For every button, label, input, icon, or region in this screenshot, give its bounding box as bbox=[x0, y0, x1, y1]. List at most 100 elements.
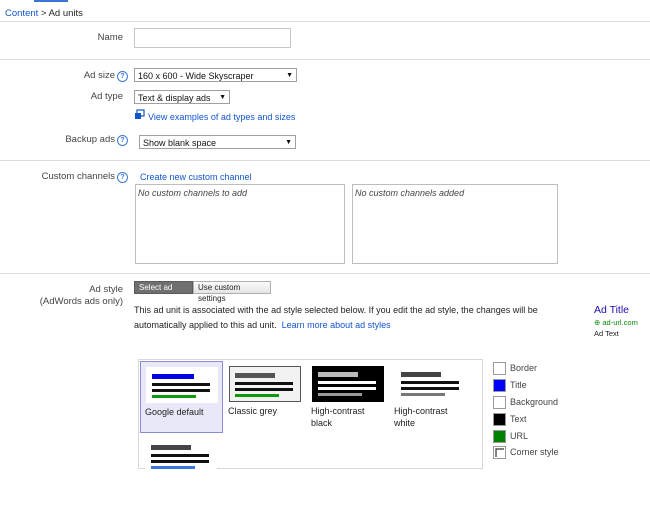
style-thumbnail bbox=[229, 366, 301, 402]
corner-style-icon[interactable] bbox=[493, 446, 506, 459]
ad-style-sublabel: (AdWords ads only) bbox=[39, 296, 123, 307]
ad-size-label-text: Ad size bbox=[83, 70, 115, 81]
dropdown-arrow-icon: ▼ bbox=[285, 139, 292, 146]
style-name-line: High-contrast bbox=[311, 406, 365, 416]
color-label: Border bbox=[510, 363, 538, 373]
thumb-url-bar bbox=[401, 393, 445, 396]
top-accent-segment bbox=[34, 0, 68, 2]
thumb-url-bar bbox=[235, 394, 279, 397]
backup-ads-label-text: Backup ads bbox=[65, 134, 115, 145]
border-color-swatch[interactable] bbox=[493, 362, 506, 375]
style-name-line: white bbox=[394, 418, 416, 428]
ad-type-label: Ad type bbox=[90, 91, 123, 102]
view-examples-link[interactable]: View examples of ad types and sizes bbox=[148, 112, 295, 122]
tab-use-custom-settings[interactable]: Use custom settings bbox=[193, 281, 271, 303]
thumb-url-bar bbox=[152, 395, 196, 398]
ad-style-label: Ad style bbox=[89, 284, 123, 295]
ad-style-gallery: Google default Classic grey High-contras… bbox=[138, 359, 483, 475]
thumb-text-bar bbox=[235, 382, 293, 385]
thumb-text-bar bbox=[152, 389, 210, 392]
preview-ad-text: Ad Text bbox=[594, 329, 619, 338]
breadcrumb-separator: > bbox=[38, 8, 49, 19]
thumb-title-bar bbox=[318, 372, 358, 377]
breadcrumb-current: Ad units bbox=[48, 8, 83, 19]
thumb-title-bar bbox=[235, 373, 275, 378]
style-name: High-contrast white bbox=[394, 405, 448, 429]
style-tile-google-default[interactable]: Google default bbox=[140, 361, 223, 433]
name-input[interactable] bbox=[134, 28, 291, 48]
ad-type-value: Text & display ads bbox=[138, 93, 211, 103]
custom-channels-label-text: Custom channels bbox=[41, 171, 115, 182]
ad-size-select[interactable]: 160 x 600 - Wide Skyscraper ▼ bbox=[134, 68, 297, 82]
preview-ad-title: Ad Title bbox=[594, 304, 630, 316]
thumb-title-bar bbox=[401, 372, 441, 377]
thumb-url-bar bbox=[318, 393, 362, 396]
examples-icon bbox=[134, 109, 145, 120]
ad-size-label: Ad size? bbox=[40, 70, 128, 82]
style-name: Classic grey bbox=[228, 405, 277, 417]
help-icon[interactable]: ? bbox=[117, 71, 128, 82]
style-thumbnail bbox=[312, 366, 384, 402]
thumb-text-bar bbox=[401, 381, 459, 384]
url-color-swatch[interactable] bbox=[493, 430, 506, 443]
style-thumbnail bbox=[395, 366, 467, 402]
tab-select-ad-style[interactable]: Select ad style bbox=[134, 281, 193, 303]
breadcrumb-content-link[interactable]: Content bbox=[5, 8, 38, 19]
divider bbox=[0, 160, 650, 161]
thumb-text-bar bbox=[401, 387, 459, 390]
description-line-1: This ad unit is associated with the ad s… bbox=[134, 305, 538, 315]
help-icon[interactable]: ? bbox=[117, 172, 128, 183]
breadcrumb: Content > Ad units bbox=[5, 8, 83, 19]
style-name-line: High-contrast bbox=[394, 406, 448, 416]
available-channels-list[interactable]: No custom channels to add bbox=[135, 184, 345, 264]
style-name-line: Classic grey bbox=[228, 406, 278, 416]
style-tile-high-contrast-white[interactable]: High-contrast white bbox=[390, 361, 473, 433]
thumb-title-bar bbox=[152, 374, 194, 379]
thumb-text-bar bbox=[318, 387, 376, 390]
divider bbox=[0, 21, 650, 22]
color-label: Background bbox=[510, 397, 559, 407]
style-tile-partial[interactable] bbox=[140, 434, 223, 506]
backup-ads-value: Show blank space bbox=[143, 138, 217, 148]
top-accent-bar bbox=[0, 0, 650, 3]
ad-type-select[interactable]: Text & display ads ▼ bbox=[134, 90, 230, 104]
style-tile-classic-grey[interactable]: Classic grey bbox=[224, 361, 307, 433]
thumb-text-bar bbox=[318, 381, 376, 384]
divider bbox=[0, 59, 650, 60]
style-name: Google default bbox=[145, 406, 204, 418]
preview-ad-url: ⊕ ad-url.com bbox=[594, 318, 638, 327]
color-label: URL bbox=[510, 431, 529, 441]
style-name-line: black bbox=[311, 418, 333, 428]
help-icon[interactable]: ? bbox=[117, 135, 128, 146]
thumb-url-bar bbox=[151, 466, 195, 469]
divider bbox=[0, 273, 650, 274]
style-name-line: Google default bbox=[145, 407, 204, 417]
custom-channels-label: Custom channels? bbox=[20, 171, 128, 183]
color-label: Title bbox=[510, 380, 527, 390]
preview-ad-url-text: ad-url.com bbox=[602, 318, 638, 327]
text-color-swatch[interactable] bbox=[493, 413, 506, 426]
title-color-swatch[interactable] bbox=[493, 379, 506, 392]
ad-style-description: This ad unit is associated with the ad s… bbox=[134, 303, 584, 333]
color-label: Corner style bbox=[510, 447, 559, 457]
globe-icon: ⊕ bbox=[594, 318, 601, 327]
thumb-text-bar bbox=[151, 454, 209, 457]
thumb-text-bar bbox=[152, 383, 210, 386]
dropdown-arrow-icon: ▼ bbox=[286, 72, 293, 79]
dropdown-arrow-icon: ▼ bbox=[219, 94, 226, 101]
background-color-swatch[interactable] bbox=[493, 396, 506, 409]
backup-ads-label: Backup ads? bbox=[40, 134, 128, 146]
added-channels-list[interactable]: No custom channels added bbox=[352, 184, 558, 264]
style-name: High-contrast black bbox=[311, 405, 365, 429]
thumb-title-bar bbox=[151, 445, 191, 450]
thumb-text-bar bbox=[151, 460, 209, 463]
backup-ads-select[interactable]: Show blank space ▼ bbox=[139, 135, 296, 149]
thumb-text-bar bbox=[235, 388, 293, 391]
description-line-2: automatically applied to this ad unit. bbox=[134, 320, 277, 330]
learn-more-link[interactable]: Learn more about ad styles bbox=[282, 320, 391, 330]
create-custom-channel-link[interactable]: Create new custom channel bbox=[140, 172, 252, 182]
style-tile-high-contrast-black[interactable]: High-contrast black bbox=[307, 361, 390, 433]
ad-size-value: 160 x 600 - Wide Skyscraper bbox=[138, 71, 254, 81]
style-thumbnail bbox=[145, 439, 217, 475]
name-label: Name bbox=[97, 32, 123, 43]
